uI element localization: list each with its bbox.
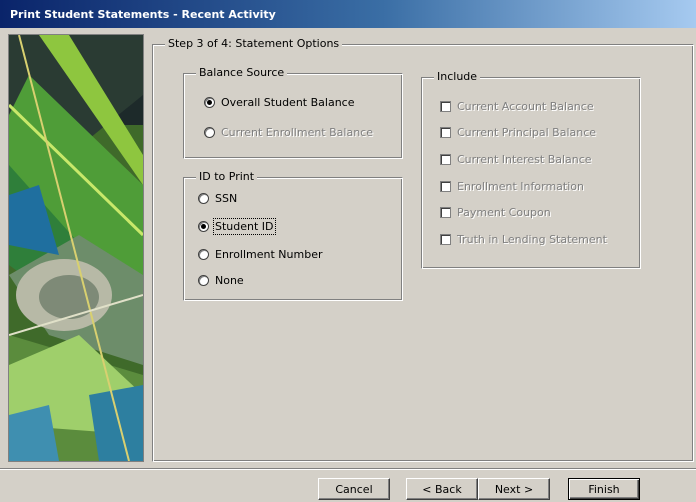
- checkbox-current-account-balance[interactable]: Current Account Balance: [440, 100, 594, 113]
- checkbox-current-principal-balance[interactable]: Current Principal Balance: [440, 126, 596, 139]
- radio-button[interactable]: [204, 127, 215, 138]
- checkbox-enrollment-information[interactable]: Enrollment Information: [440, 180, 584, 193]
- radio-button[interactable]: [204, 97, 215, 108]
- checkbox[interactable]: [440, 127, 451, 138]
- radio-label: Overall Student Balance: [221, 96, 355, 109]
- title-bar: Print Student Statements - Recent Activi…: [0, 0, 696, 28]
- checkbox-truth-in-lending-statement[interactable]: Truth in Lending Statement: [440, 233, 607, 246]
- finish-button[interactable]: Finish: [568, 478, 640, 500]
- checkbox-label: Truth in Lending Statement: [457, 233, 607, 246]
- wizard-window: Print Student Statements - Recent Activi…: [0, 0, 696, 502]
- cancel-button[interactable]: Cancel: [318, 478, 390, 500]
- step-legend: Step 3 of 4: Statement Options: [165, 37, 343, 50]
- radio-label: Student ID: [213, 218, 276, 235]
- id-to-print-legend: ID to Print: [196, 170, 258, 183]
- balance-source-group: Balance Source Overall Student Balance C…: [183, 66, 403, 159]
- checkbox-label: Enrollment Information: [457, 180, 584, 193]
- back-button[interactable]: < Back: [406, 478, 478, 500]
- include-group: Include Current Account Balance Current …: [421, 70, 641, 269]
- id-to-print-group: ID to Print SSN Student ID Enrollment Nu…: [183, 170, 403, 301]
- include-legend: Include: [434, 70, 481, 83]
- radio-student-id[interactable]: Student ID: [198, 218, 276, 235]
- radio-none[interactable]: None: [198, 274, 244, 287]
- checkbox[interactable]: [440, 181, 451, 192]
- checkbox-payment-coupon[interactable]: Payment Coupon: [440, 206, 551, 219]
- radio-button[interactable]: [198, 275, 209, 286]
- checkbox-label: Current Account Balance: [457, 100, 594, 113]
- radio-button[interactable]: [198, 249, 209, 260]
- radio-button[interactable]: [198, 193, 209, 204]
- checkbox[interactable]: [440, 207, 451, 218]
- radio-ssn[interactable]: SSN: [198, 192, 237, 205]
- checkbox[interactable]: [440, 101, 451, 112]
- radio-label: Current Enrollment Balance: [221, 126, 373, 139]
- next-button[interactable]: Next >: [478, 478, 550, 500]
- radio-label: SSN: [215, 192, 238, 205]
- checkbox[interactable]: [440, 154, 451, 165]
- checkbox-label: Current Interest Balance: [457, 153, 592, 166]
- radio-overall-student-balance[interactable]: Overall Student Balance: [204, 96, 354, 109]
- button-separator: [0, 468, 696, 470]
- radio-label: None: [215, 274, 244, 287]
- statement-options-group: Step 3 of 4: Statement Options Balance S…: [152, 37, 694, 462]
- radio-current-enrollment-balance[interactable]: Current Enrollment Balance: [204, 126, 373, 139]
- checkbox[interactable]: [440, 234, 451, 245]
- checkbox-label: Current Principal Balance: [457, 126, 597, 139]
- radio-label: Enrollment Number: [215, 248, 323, 261]
- checkbox-current-interest-balance[interactable]: Current Interest Balance: [440, 153, 592, 166]
- window-title: Print Student Statements - Recent Activi…: [10, 7, 276, 21]
- radio-button[interactable]: [198, 221, 209, 232]
- radio-enrollment-number[interactable]: Enrollment Number: [198, 248, 323, 261]
- wizard-side-image: [8, 34, 144, 462]
- checkbox-label: Payment Coupon: [457, 206, 551, 219]
- balance-source-legend: Balance Source: [196, 66, 288, 79]
